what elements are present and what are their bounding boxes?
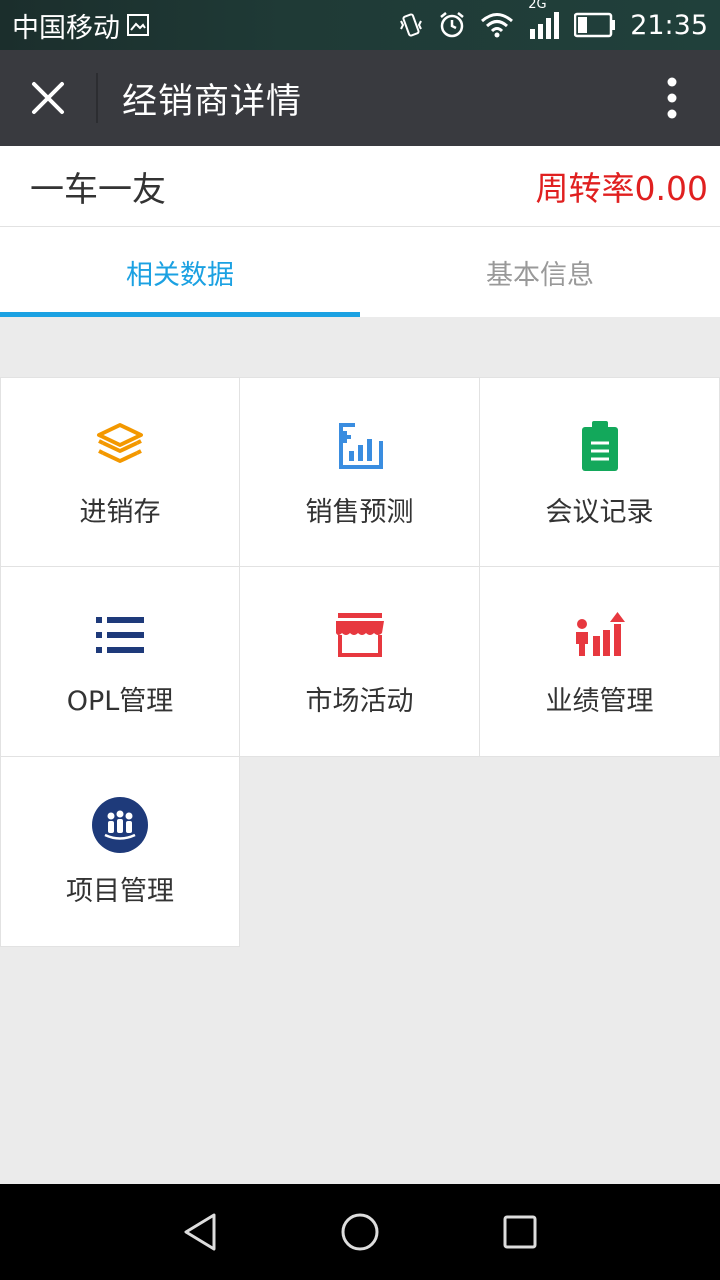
network-type-label: 2G bbox=[528, 0, 547, 12]
close-icon bbox=[32, 82, 64, 114]
grid-item-label: 会议记录 bbox=[545, 496, 654, 528]
vibrate-icon bbox=[398, 11, 424, 39]
title-bar: 经销商详情 bbox=[0, 50, 720, 146]
system-nav-bar bbox=[0, 1184, 720, 1280]
alarm-icon bbox=[438, 11, 466, 39]
turnover-rate: 周转率0.00 bbox=[535, 169, 708, 208]
recents-square-icon bbox=[503, 1215, 537, 1249]
layers-icon bbox=[90, 416, 150, 476]
image-notification-icon bbox=[126, 13, 150, 37]
nav-home-button[interactable] bbox=[320, 1192, 400, 1272]
function-grid: 进销存 销售预测 会议记录 OPL管理 市场活动 业绩管理 项目管理 bbox=[0, 377, 720, 947]
status-bar: 中国移动 2G 21:35 bbox=[0, 0, 720, 50]
grid-item-label: 进销存 bbox=[79, 496, 161, 528]
home-circle-icon bbox=[341, 1213, 379, 1251]
grid-item-performance[interactable]: 业绩管理 bbox=[480, 567, 720, 757]
grid-item-label: 市场活动 bbox=[305, 686, 414, 717]
grid-item-inventory[interactable]: 进销存 bbox=[0, 377, 240, 567]
grid-item-opl[interactable]: OPL管理 bbox=[0, 567, 240, 757]
chart-plus-icon bbox=[330, 416, 390, 476]
tab-related-data[interactable]: 相关数据 bbox=[0, 227, 360, 317]
tab-bar: 相关数据 基本信息 bbox=[0, 227, 720, 317]
more-menu-button[interactable] bbox=[624, 50, 720, 146]
grid-item-label: 业绩管理 bbox=[545, 686, 654, 717]
dealer-name: 一车一友 bbox=[30, 169, 166, 210]
clock-label: 21:35 bbox=[630, 9, 708, 41]
grid-item-projects[interactable]: 项目管理 bbox=[0, 757, 240, 947]
grid-item-label: OPL管理 bbox=[66, 686, 174, 717]
back-triangle-icon bbox=[184, 1213, 216, 1251]
store-icon bbox=[330, 605, 390, 665]
battery-icon bbox=[574, 12, 616, 38]
grid-item-meeting-notes[interactable]: 会议记录 bbox=[480, 377, 720, 567]
signal-icon: 2G bbox=[528, 0, 560, 39]
grid-item-sales-forecast[interactable]: 销售预测 bbox=[240, 377, 480, 567]
tab-basic-info[interactable]: 基本信息 bbox=[360, 227, 720, 317]
team-icon bbox=[90, 795, 150, 855]
grid-item-marketing[interactable]: 市场活动 bbox=[240, 567, 480, 757]
grid-item-label: 项目管理 bbox=[66, 876, 174, 907]
dealer-header: 一车一友 周转率0.00 bbox=[0, 146, 720, 227]
more-vertical-icon bbox=[667, 77, 677, 119]
close-button[interactable] bbox=[0, 50, 96, 146]
wifi-icon bbox=[480, 12, 514, 38]
nav-recents-button[interactable] bbox=[480, 1192, 560, 1272]
grid-item-label: 销售预测 bbox=[305, 496, 414, 528]
list-icon bbox=[90, 605, 150, 665]
clipboard-icon bbox=[570, 416, 630, 476]
nav-back-button[interactable] bbox=[160, 1192, 240, 1272]
performance-icon bbox=[570, 605, 630, 665]
carrier-label: 中国移动 bbox=[12, 12, 120, 44]
page-title: 经销商详情 bbox=[122, 81, 303, 122]
